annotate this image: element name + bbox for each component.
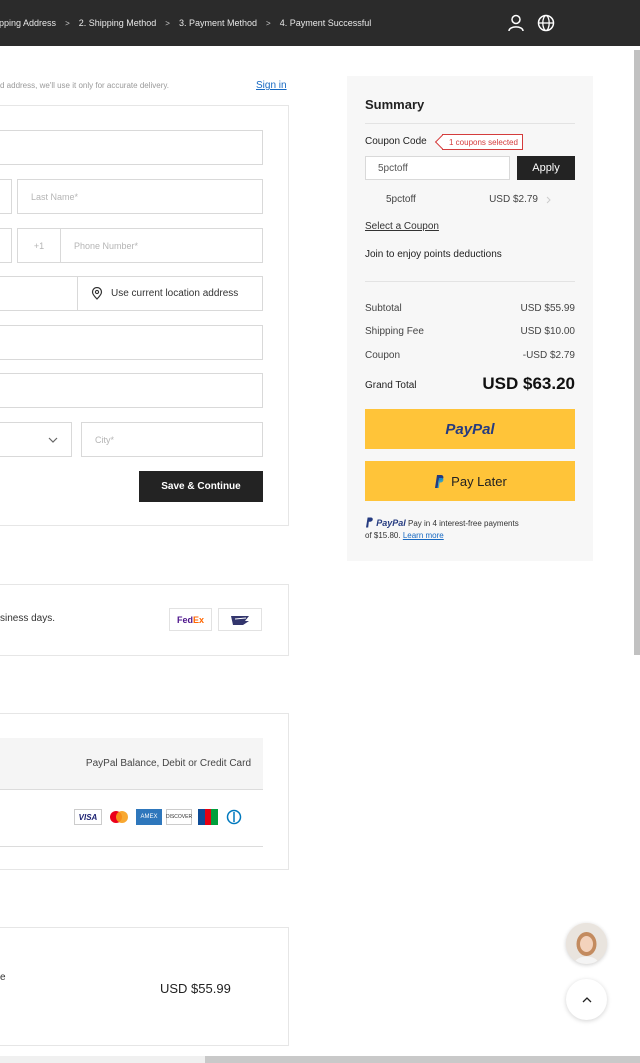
step-separator: >	[165, 18, 170, 28]
paypal-small-logo: PayPal	[376, 518, 406, 528]
divider	[365, 123, 575, 124]
paypal-p-icon	[435, 474, 444, 488]
coupon-discount-value: -USD $2.79	[522, 350, 575, 361]
chevron-down-icon	[48, 437, 58, 443]
shipping-fee-label: Shipping Fee	[365, 326, 424, 337]
step-payment-successful[interactable]: 4. Payment Successful	[280, 18, 372, 28]
chevron-right-icon	[546, 196, 551, 204]
phone-number-field[interactable]: Phone Number*	[60, 228, 263, 263]
mastercard-icon	[110, 811, 128, 823]
user-icon[interactable]	[506, 13, 526, 33]
sign-in-link[interactable]: Sign in	[256, 80, 287, 91]
paypal-checkout-button[interactable]: PayPal	[365, 409, 575, 449]
subtotal-value: USD $55.99	[520, 303, 575, 314]
paypal-logo: PayPal	[445, 420, 495, 438]
divider	[0, 846, 263, 847]
shipping-days-text: siness days.	[0, 613, 56, 624]
applied-coupon-amount: USD $2.79	[489, 194, 538, 205]
address-field[interactable]	[0, 130, 263, 165]
paypal-option[interactable]: PayPal Balance, Debit or Credit Card	[0, 738, 263, 790]
amex-icon: AMEX	[136, 809, 162, 825]
grand-total-label: Grand Total	[365, 380, 417, 391]
vertical-scrollbar[interactable]	[634, 50, 640, 655]
divider	[365, 281, 575, 282]
diners-icon	[226, 809, 242, 825]
apply-coupon-button[interactable]: Apply	[517, 156, 575, 180]
payment-method-card: PayPal Balance, Debit or Credit Card VIS…	[0, 713, 289, 870]
chevron-up-icon	[582, 996, 591, 1002]
order-item-snippet: e	[0, 972, 6, 983]
horizontal-scrollbar[interactable]	[205, 1056, 640, 1063]
coupon-discount-label: Coupon	[365, 350, 401, 361]
jcb-icon	[198, 809, 219, 825]
save-continue-button[interactable]: Save & Continue	[139, 471, 263, 502]
step-payment-method[interactable]: 3. Payment Method	[179, 18, 257, 28]
use-location-button[interactable]: Use current location address	[77, 276, 263, 311]
visa-icon: VISA	[74, 809, 102, 825]
use-location-label: Use current location address	[111, 288, 239, 299]
usps-eagle-icon	[231, 615, 249, 625]
applied-coupon-code: 5pctoff	[386, 194, 416, 205]
step-separator: >	[65, 18, 70, 28]
support-avatar[interactable]	[566, 923, 607, 964]
fedex-logo: Fed Ex	[169, 608, 212, 631]
step-shipping-address[interactable]: Shipping Address	[0, 18, 56, 28]
grand-total-value: USD $63.20	[482, 374, 575, 393]
globe-icon[interactable]	[536, 13, 556, 33]
discover-icon: DISCOVER	[166, 809, 192, 825]
installment-amount-text: of $15.80.	[365, 531, 401, 540]
coupon-code-label: Coupon Code	[365, 136, 427, 147]
order-item-price: USD $55.99	[160, 981, 231, 996]
address-form-card: Last Name* +1 Phone Number* Use current …	[0, 105, 289, 526]
state-select[interactable]	[0, 422, 72, 457]
installment-text: Pay in 4 interest-free payments	[408, 519, 519, 528]
last-name-field[interactable]: Last Name*	[17, 179, 263, 214]
shipping-fee-value: USD $10.00	[520, 326, 575, 337]
shipping-method-card: siness days. Fed Ex	[0, 584, 289, 656]
paypal-option-text: PayPal Balance, Debit or Credit Card	[85, 758, 251, 769]
street-field[interactable]	[0, 276, 78, 311]
location-pin-icon	[91, 287, 103, 300]
first-name-field[interactable]	[0, 179, 12, 214]
country-field[interactable]	[0, 228, 12, 263]
learn-more-link[interactable]: Learn more	[403, 531, 444, 540]
address-hint: d address, we'll use it only for accurat…	[0, 81, 170, 90]
card-logos: VISA AMEX DISCOVER	[74, 809, 242, 825]
support-agent-icon	[566, 923, 607, 964]
phone-code-field[interactable]: +1	[17, 228, 61, 263]
installment-message: PayPal Pay in 4 interest-free payments o…	[365, 517, 575, 542]
summary-title: Summary	[365, 97, 425, 112]
checkout-header: Shipping Address > 2. Shipping Method > …	[0, 0, 640, 46]
pay-later-label: Pay Later	[451, 473, 507, 489]
order-items-card: e USD $55.99	[0, 927, 289, 1046]
coupon-selected-badge: 1 coupons selected	[442, 134, 523, 150]
checkout-steps: Shipping Address > 2. Shipping Method > …	[0, 0, 371, 46]
coupon-input[interactable]: 5pctoff	[365, 156, 510, 180]
order-summary-panel: Summary Coupon Code 1 coupons selected 5…	[347, 76, 593, 561]
address-line-field[interactable]	[0, 325, 263, 360]
paypal-p-icon	[366, 517, 373, 528]
subtotal-label: Subtotal	[365, 303, 402, 314]
step-separator: >	[266, 18, 271, 28]
paypal-pay-later-button[interactable]: Pay Later	[365, 461, 575, 501]
usps-logo	[218, 608, 262, 631]
select-coupon-link[interactable]: Select a Coupon	[365, 221, 439, 232]
step-shipping-method[interactable]: 2. Shipping Method	[79, 18, 157, 28]
address-line2-field[interactable]	[0, 373, 263, 408]
city-field[interactable]: City*	[81, 422, 263, 457]
points-deduction-text[interactable]: Join to enjoy points deductions	[365, 249, 502, 260]
scroll-to-top-button[interactable]	[566, 979, 607, 1020]
